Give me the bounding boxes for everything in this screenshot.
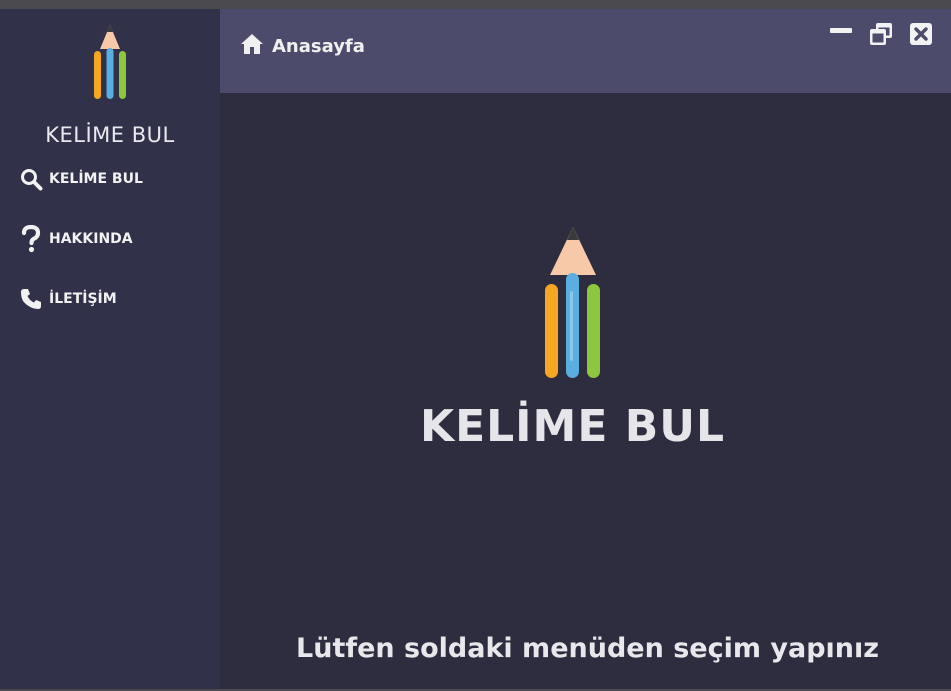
- sidebar-item-label: KELİME BUL: [49, 171, 143, 187]
- instruction-text: Lütfen soldaki menüden seçim yapınız: [296, 633, 879, 664]
- sidebar-item-label: İLETİŞİM: [49, 291, 117, 307]
- main-content: KELİME BUL Lütfen soldaki menüden seçim …: [220, 93, 951, 689]
- sidebar-item-iletisim[interactable]: İLETİŞİM: [0, 277, 220, 321]
- pencil-logo-icon: [545, 227, 600, 378]
- question-icon: [16, 224, 46, 254]
- restore-icon: [869, 22, 893, 50]
- close-icon: [909, 22, 933, 50]
- minimize-icon: [829, 22, 853, 50]
- breadcrumb[interactable]: Anasayfa: [240, 33, 365, 59]
- pencil-logo-icon: [94, 25, 126, 99]
- sidebar-logo: KELİME BUL: [0, 23, 220, 147]
- sidebar: KELİME BUL KELİME BUL HAKKINDA İLETİŞİM: [0, 9, 220, 689]
- sidebar-logo-text: KELİME BUL: [45, 123, 175, 147]
- sidebar-item-label: HAKKINDA: [49, 231, 133, 247]
- close-button[interactable]: [908, 23, 934, 49]
- sidebar-item-kelime-bul[interactable]: KELİME BUL: [0, 157, 220, 201]
- app-title: KELİME BUL: [419, 401, 726, 452]
- home-icon: [240, 33, 264, 59]
- restore-button[interactable]: [868, 23, 894, 49]
- window-top-border: [0, 0, 951, 9]
- sidebar-item-hakkinda[interactable]: HAKKINDA: [0, 217, 220, 261]
- breadcrumb-label: Anasayfa: [272, 35, 365, 57]
- app-window: KELİME BUL KELİME BUL HAKKINDA İLETİŞİM …: [0, 0, 951, 691]
- search-icon: [16, 164, 46, 194]
- header-bar: Anasayfa: [220, 9, 951, 93]
- phone-icon: [16, 284, 46, 314]
- minimize-button[interactable]: [828, 23, 854, 49]
